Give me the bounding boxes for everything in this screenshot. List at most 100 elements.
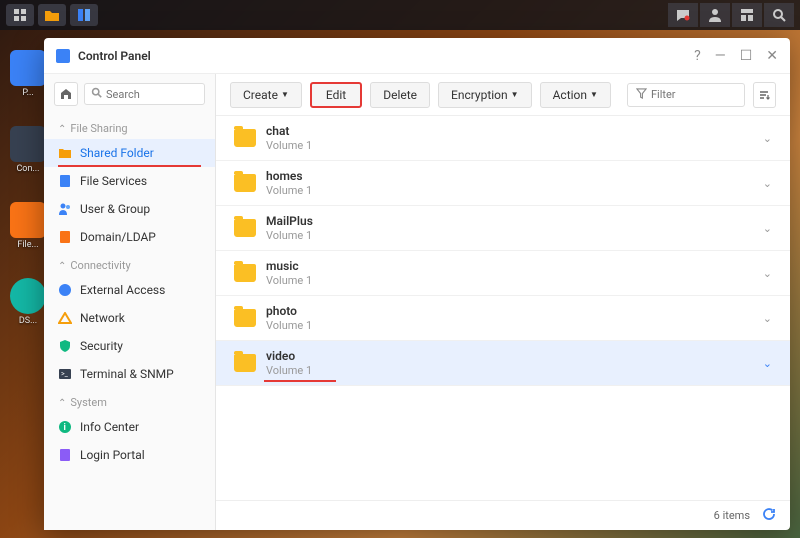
taskbar-user[interactable] xyxy=(700,3,730,27)
chevron-down-icon: ⌄ xyxy=(763,267,772,280)
panel-icon xyxy=(77,8,91,22)
sidebar-section-file-sharing[interactable]: File Sharing xyxy=(44,114,215,139)
sidebar-item-label: User & Group xyxy=(80,202,150,216)
login-portal-icon xyxy=(58,448,72,462)
taskbar-notifications[interactable] xyxy=(668,3,698,27)
sidebar-item-shared-folder[interactable]: Shared Folder xyxy=(44,139,215,167)
user-icon xyxy=(708,8,722,22)
encryption-button[interactable]: Encryption▼ xyxy=(438,82,532,108)
create-button[interactable]: Create▼ xyxy=(230,82,302,108)
chevron-down-icon: ▼ xyxy=(511,90,519,99)
desktop-icon-3[interactable]: File... xyxy=(10,202,46,250)
folder-icon xyxy=(234,264,256,282)
minimize-button[interactable]: — xyxy=(715,48,726,64)
sidebar-item-info-center[interactable]: i Info Center xyxy=(44,413,215,441)
funnel-icon xyxy=(636,88,647,102)
chevron-down-icon: ▼ xyxy=(281,90,289,99)
sidebar-item-label: Terminal & SNMP xyxy=(80,367,174,381)
taskbar-control-panel[interactable] xyxy=(70,4,98,26)
sidebar-item-security[interactable]: Security xyxy=(44,332,215,360)
desktop-icons: P... Con... File... DS... xyxy=(10,50,46,326)
sidebar-item-label: External Access xyxy=(80,283,165,297)
home-button[interactable] xyxy=(54,82,78,106)
search-icon xyxy=(772,8,786,22)
folder-row-homes[interactable]: homesVolume 1 ⌄ xyxy=(216,161,790,206)
taskbar-apps-button[interactable] xyxy=(6,4,34,26)
delete-button[interactable]: Delete xyxy=(370,82,430,108)
folder-volume: Volume 1 xyxy=(266,364,763,377)
desktop-icon-4[interactable]: DS... xyxy=(10,278,46,326)
chevron-down-icon: ⌄ xyxy=(763,132,772,145)
sidebar-section-connectivity[interactable]: Connectivity xyxy=(44,251,215,276)
desktop-icon-2[interactable]: Con... xyxy=(10,126,46,174)
shared-folder-icon xyxy=(58,146,72,160)
domain-ldap-icon xyxy=(58,230,72,244)
action-button[interactable]: Action▼ xyxy=(540,82,611,108)
taskbar-file-station[interactable] xyxy=(38,4,66,26)
sidebar-item-domain-ldap[interactable]: Domain/LDAP xyxy=(44,223,215,251)
folder-icon xyxy=(234,309,256,327)
sidebar-item-terminal-snmp[interactable]: >_ Terminal & SNMP xyxy=(44,360,215,388)
chat-icon xyxy=(675,7,691,23)
titlebar[interactable]: Control Panel ? — ☐ ✕ xyxy=(44,38,790,74)
folder-icon xyxy=(234,354,256,372)
home-icon xyxy=(60,88,72,100)
help-button[interactable]: ? xyxy=(694,48,701,64)
folder-icon xyxy=(234,219,256,237)
taskbar-search[interactable] xyxy=(764,3,794,27)
chevron-up-icon xyxy=(58,122,66,135)
folder-list: chatVolume 1 ⌄ homesVolume 1 ⌄ MailPlusV… xyxy=(216,116,790,500)
sidebar-item-label: Shared Folder xyxy=(80,146,154,160)
folder-volume: Volume 1 xyxy=(266,184,763,197)
grid-icon xyxy=(13,8,27,22)
chevron-down-icon: ⌄ xyxy=(763,312,772,325)
folder-volume: Volume 1 xyxy=(266,139,763,152)
control-panel-window: Control Panel ? — ☐ ✕ File Sharing xyxy=(44,38,790,530)
edit-button[interactable]: Edit xyxy=(310,82,362,108)
sidebar-item-external-access[interactable]: External Access xyxy=(44,276,215,304)
folder-volume: Volume 1 xyxy=(266,229,763,242)
maximize-button[interactable]: ☐ xyxy=(740,48,753,64)
filter-box[interactable] xyxy=(627,83,745,107)
statusbar: 6 items xyxy=(216,500,790,530)
sidebar-section-system[interactable]: System xyxy=(44,388,215,413)
folder-row-chat[interactable]: chatVolume 1 ⌄ xyxy=(216,116,790,161)
info-icon: i xyxy=(58,420,72,434)
filter-input[interactable] xyxy=(651,88,736,101)
refresh-button[interactable] xyxy=(762,507,776,525)
folder-name: homes xyxy=(266,169,763,183)
folder-row-mailplus[interactable]: MailPlusVolume 1 ⌄ xyxy=(216,206,790,251)
folder-row-video[interactable]: videoVolume 1 ⌄ xyxy=(216,341,790,386)
network-icon xyxy=(58,311,72,325)
content-area: Create▼ Edit Delete Encryption▼ Action▼ xyxy=(216,74,790,530)
item-count: 6 items xyxy=(714,509,750,522)
close-button[interactable]: ✕ xyxy=(766,48,778,64)
shield-icon xyxy=(58,339,72,353)
sidebar-item-user-group[interactable]: User & Group xyxy=(44,195,215,223)
folder-name: chat xyxy=(266,124,763,138)
desktop-icon-1[interactable]: P... xyxy=(10,50,46,98)
chevron-down-icon: ⌄ xyxy=(763,357,772,370)
sidebar-item-label: Info Center xyxy=(80,420,139,434)
chevron-up-icon xyxy=(58,396,66,409)
sidebar-item-login-portal[interactable]: Login Portal xyxy=(44,441,215,469)
sort-button[interactable] xyxy=(753,82,776,108)
folder-volume: Volume 1 xyxy=(266,319,763,332)
taskbar xyxy=(0,0,800,30)
search-box[interactable] xyxy=(84,83,205,105)
sort-icon xyxy=(758,89,770,101)
toolbar: Create▼ Edit Delete Encryption▼ Action▼ xyxy=(216,74,790,116)
taskbar-widgets[interactable] xyxy=(732,3,762,27)
folder-name: MailPlus xyxy=(266,214,763,228)
folder-icon xyxy=(44,8,60,22)
folder-row-photo[interactable]: photoVolume 1 ⌄ xyxy=(216,296,790,341)
sidebar-item-file-services[interactable]: File Services xyxy=(44,167,215,195)
folder-name: photo xyxy=(266,304,763,318)
folder-row-music[interactable]: musicVolume 1 ⌄ xyxy=(216,251,790,296)
sidebar-item-network[interactable]: Network xyxy=(44,304,215,332)
search-input[interactable] xyxy=(106,88,198,101)
folder-volume: Volume 1 xyxy=(266,274,763,287)
folder-icon xyxy=(234,174,256,192)
sidebar-item-label: File Services xyxy=(80,174,147,188)
sidebar: File Sharing Shared Folder File Services… xyxy=(44,74,216,530)
